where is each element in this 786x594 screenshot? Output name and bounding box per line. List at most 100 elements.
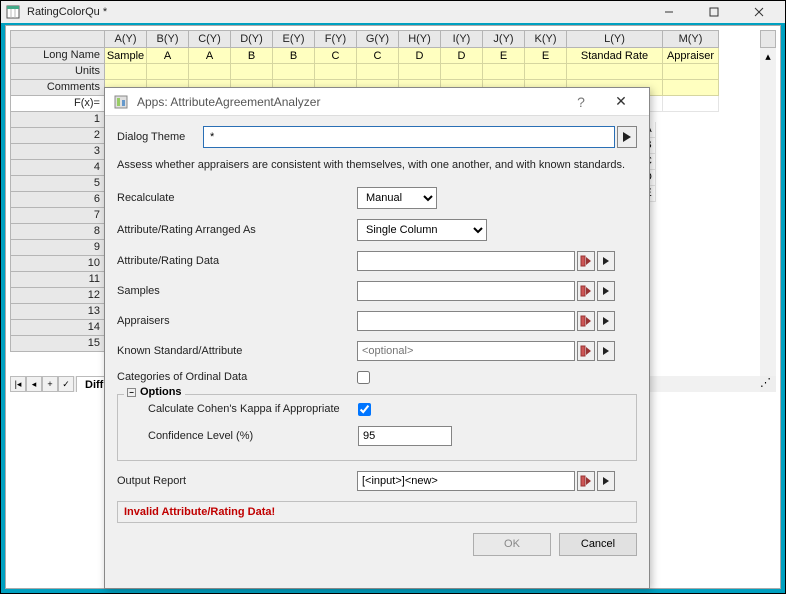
col-header[interactable]: G(Y) <box>357 30 399 48</box>
range-menu-button[interactable] <box>597 471 615 491</box>
range-menu-button[interactable] <box>597 311 615 331</box>
cell-longname[interactable]: A <box>189 48 231 64</box>
cell-longname[interactable]: D <box>441 48 483 64</box>
dialog-help-button[interactable]: ? <box>561 94 601 110</box>
row-num[interactable]: 13 <box>10 304 105 320</box>
col-header[interactable]: J(Y) <box>483 30 525 48</box>
column-picker-button[interactable] <box>577 251 595 271</box>
row-num[interactable]: 4 <box>10 160 105 176</box>
window-title: RatingColorQu * <box>27 6 646 18</box>
options-label: Options <box>140 386 182 398</box>
vertical-scrollbar[interactable]: ▴ <box>760 48 776 376</box>
cancel-button[interactable]: Cancel <box>559 533 637 556</box>
col-header[interactable]: F(Y) <box>315 30 357 48</box>
arranged-select[interactable]: Single Column <box>357 219 487 241</box>
row-num[interactable]: 3 <box>10 144 105 160</box>
column-headers: A(Y) B(Y) C(Y) D(Y) E(Y) F(Y) G(Y) H(Y) … <box>105 30 760 48</box>
recalculate-label: Recalculate <box>117 192 357 204</box>
sheet-nav-last[interactable]: ✓ <box>58 376 74 392</box>
column-picker-button[interactable] <box>577 471 595 491</box>
row-num[interactable]: 7 <box>10 208 105 224</box>
col-header[interactable]: L(Y) <box>567 30 663 48</box>
resize-grip[interactable]: ⋰ <box>760 376 776 392</box>
cell-longname[interactable]: Sample <box>105 48 147 64</box>
cell-longname[interactable]: Appraiser <box>663 48 719 64</box>
categories-label: Categories of Ordinal Data <box>117 371 357 383</box>
sheet-nav-first[interactable]: |◂ <box>10 376 26 392</box>
recalculate-select[interactable]: Manual <box>357 187 437 209</box>
known-standard-input[interactable] <box>357 341 575 361</box>
scroll-up-icon[interactable]: ▴ <box>760 48 776 64</box>
categories-checkbox[interactable] <box>357 371 370 384</box>
workbook-icon <box>5 4 21 20</box>
close-button[interactable] <box>736 2 781 22</box>
cell-longname[interactable]: Standad Rate <box>567 48 663 64</box>
column-picker-button[interactable] <box>577 311 595 331</box>
confidence-label: Confidence Level (%) <box>126 430 358 442</box>
col-header[interactable]: A(Y) <box>105 30 147 48</box>
row-num[interactable]: 10 <box>10 256 105 272</box>
appraisers-input[interactable] <box>357 311 575 331</box>
rating-data-input[interactable] <box>357 251 575 271</box>
cell-longname[interactable]: C <box>357 48 399 64</box>
row-num[interactable]: 6 <box>10 192 105 208</box>
scroll-stub <box>760 30 776 48</box>
row-num[interactable]: 8 <box>10 224 105 240</box>
known-standard-label: Known Standard/Attribute <box>117 345 357 357</box>
ok-button[interactable]: OK <box>473 533 551 556</box>
col-header[interactable]: E(Y) <box>273 30 315 48</box>
col-header[interactable]: I(Y) <box>441 30 483 48</box>
row-label-comments[interactable]: Comments <box>10 80 105 96</box>
cell-longname[interactable]: D <box>399 48 441 64</box>
col-header[interactable]: D(Y) <box>231 30 273 48</box>
dialog-theme-input[interactable]: * <box>203 126 615 148</box>
options-group: −Options Calculate Cohen's Kappa if Appr… <box>117 394 637 461</box>
appraisers-label: Appraisers <box>117 315 357 327</box>
sheet-nav-next[interactable]: + <box>42 376 58 392</box>
sheet-nav-prev[interactable]: ◂ <box>26 376 42 392</box>
output-report-label: Output Report <box>117 475 357 487</box>
col-header[interactable]: H(Y) <box>399 30 441 48</box>
corner-cell[interactable] <box>10 30 105 48</box>
theme-menu-button[interactable] <box>617 126 637 148</box>
row-num[interactable]: 12 <box>10 288 105 304</box>
output-report-input[interactable] <box>357 471 575 491</box>
range-menu-button[interactable] <box>597 281 615 301</box>
maximize-button[interactable] <box>691 2 736 22</box>
confidence-input[interactable] <box>358 426 452 446</box>
rating-data-label: Attribute/Rating Data <box>117 255 357 267</box>
row-label-fx[interactable]: F(x)= <box>10 96 105 112</box>
row-num[interactable]: 14 <box>10 320 105 336</box>
minimize-button[interactable] <box>646 2 691 22</box>
row-num[interactable]: 2 <box>10 128 105 144</box>
column-picker-button[interactable] <box>577 281 595 301</box>
col-header[interactable]: B(Y) <box>147 30 189 48</box>
col-header[interactable]: C(Y) <box>189 30 231 48</box>
row-label-longname[interactable]: Long Name <box>10 48 105 64</box>
dialog-titlebar[interactable]: Apps: AttributeAgreementAnalyzer ? ✕ <box>105 88 649 116</box>
row-num[interactable]: 9 <box>10 240 105 256</box>
cell-longname[interactable]: E <box>525 48 567 64</box>
col-header[interactable]: K(Y) <box>525 30 567 48</box>
attribute-agreement-dialog: Apps: AttributeAgreementAnalyzer ? ✕ Dia… <box>104 87 650 589</box>
range-menu-button[interactable] <box>597 251 615 271</box>
dialog-close-button[interactable]: ✕ <box>601 93 641 110</box>
dialog-theme-label: Dialog Theme <box>117 131 203 143</box>
cohens-label: Calculate Cohen's Kappa if Appropriate <box>126 403 358 415</box>
col-header[interactable]: M(Y) <box>663 30 719 48</box>
row-label-units[interactable]: Units <box>10 64 105 80</box>
row-num[interactable]: 11 <box>10 272 105 288</box>
cohens-checkbox[interactable] <box>358 403 371 416</box>
cell-longname[interactable]: E <box>483 48 525 64</box>
column-picker-button[interactable] <box>577 341 595 361</box>
row-num[interactable]: 1 <box>10 112 105 128</box>
samples-input[interactable] <box>357 281 575 301</box>
cell-longname[interactable]: A <box>147 48 189 64</box>
row-num[interactable]: 15 <box>10 336 105 352</box>
cell-longname[interactable]: B <box>231 48 273 64</box>
cell-longname[interactable]: C <box>315 48 357 64</box>
row-num[interactable]: 5 <box>10 176 105 192</box>
range-menu-button[interactable] <box>597 341 615 361</box>
collapse-icon[interactable]: − <box>127 388 136 397</box>
cell-longname[interactable]: B <box>273 48 315 64</box>
